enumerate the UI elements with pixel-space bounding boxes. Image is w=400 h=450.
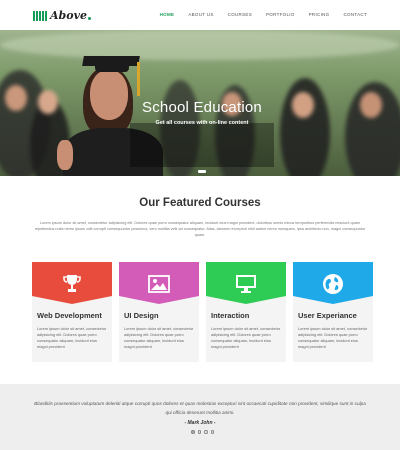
- card-title: UI Design: [124, 311, 159, 320]
- trophy-icon: [63, 275, 81, 292]
- testimonial-quote: Blanditiis praesentium voluptatum deleni…: [34, 401, 366, 415]
- hero-subtitle: Get all courses with on-line content: [155, 120, 249, 126]
- logo-text: Above: [50, 9, 87, 22]
- card-text: Lorem ipsum dolor sit amet, consectetur …: [211, 326, 281, 349]
- slider-indicator[interactable]: [198, 170, 206, 173]
- image-icon: [148, 275, 170, 293]
- course-card-interaction[interactable]: Interaction Lorem ipsum dolor sit amet, …: [206, 262, 286, 362]
- course-card-web-development[interactable]: Web Development Lorem ipsum dolor sit am…: [32, 262, 112, 362]
- card-text: Lorem ipsum dolor sit amet, consectetur …: [124, 326, 194, 349]
- card-title: Web Development: [37, 311, 102, 320]
- hero-caption-box: [130, 123, 274, 167]
- card-title: User Experiance: [298, 311, 357, 320]
- card-title: Interaction: [211, 311, 250, 320]
- logo-dot-icon: [87, 16, 91, 20]
- nav-item-pricing[interactable]: PRICING: [309, 12, 330, 17]
- site-header: Above HOME ABOUT US COURSES PORTFOLIO PR…: [0, 0, 400, 30]
- monitor-icon: [236, 275, 256, 293]
- nav-item-about-us[interactable]: ABOUT US: [188, 12, 213, 17]
- course-card-user-experience[interactable]: User Experiance Lorem ipsum dolor sit am…: [293, 262, 373, 362]
- featured-title: Our Featured Courses: [139, 197, 261, 209]
- nav-item-home[interactable]: HOME: [160, 12, 175, 17]
- pagination-dot[interactable]: [197, 430, 201, 434]
- nav-item-portfolio[interactable]: PORTFOLIO: [266, 12, 295, 17]
- card-text: Lorem ipsum dolor sit amet, consectetur …: [298, 326, 368, 349]
- pagination-dot[interactable]: [204, 430, 208, 434]
- pagination-dot[interactable]: [210, 430, 214, 434]
- nav-item-courses[interactable]: COURSES: [228, 12, 252, 17]
- main-nav: HOME ABOUT US COURSES PORTFOLIO PRICING …: [160, 12, 367, 17]
- hero-title: School Education: [142, 99, 262, 116]
- card-text: Lorem ipsum dolor sit amet, consectetur …: [37, 326, 107, 349]
- course-card-ui-design[interactable]: UI Design Lorem ipsum dolor sit amet, co…: [119, 262, 199, 362]
- testimonial-pagination: [191, 430, 214, 434]
- logo[interactable]: Above: [33, 9, 91, 22]
- testimonial-author: - Mark John -: [184, 420, 216, 426]
- globe-icon: [323, 274, 343, 294]
- featured-description: Lorem ipsum dolor sit amet, consectetur …: [34, 221, 366, 237]
- nav-item-contact[interactable]: CONTACT: [343, 12, 367, 17]
- pagination-dot[interactable]: [191, 430, 195, 434]
- testimonial-section: [0, 384, 400, 450]
- logo-icon: [33, 10, 47, 21]
